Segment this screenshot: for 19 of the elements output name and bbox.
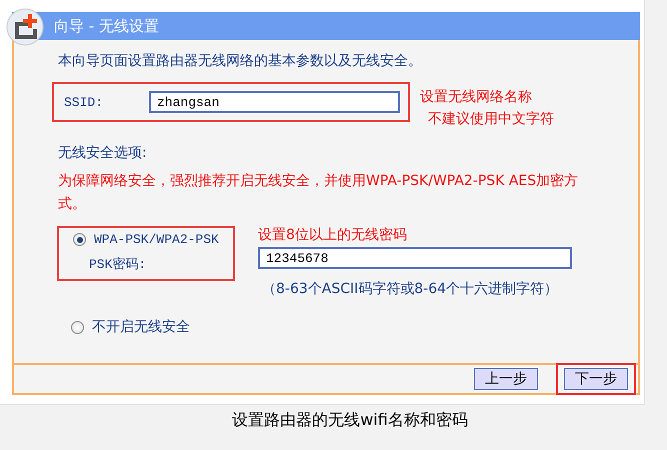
radio-button[interactable]: [71, 320, 84, 334]
back-button[interactable]: 上一步: [474, 368, 538, 390]
annotation-text: 设置无线网络名称: [420, 88, 533, 106]
field-label: SSID:: [64, 94, 104, 110]
option-label: WPA-PSK/WPA2-PSK: [94, 232, 219, 247]
ssid-field[interactable]: zhangsan: [149, 91, 400, 113]
annotation-text: 不建议使用中文字符: [428, 110, 554, 128]
option-label: 不开启无线安全: [92, 318, 190, 336]
next-button[interactable]: 下一步: [564, 368, 628, 390]
radio-button[interactable]: [73, 233, 86, 246]
section-heading: 无线安全选项:: [58, 144, 148, 162]
annotation-text: 设置8位以上的无线密码: [258, 226, 408, 244]
window-title: 向导 - 无线设置: [12, 12, 640, 40]
intro-text: 本向导页面设置路由器无线网络的基本参数以及无线安全。: [58, 52, 423, 70]
hint-text: （8-63个ASCII码字符或8-64个十六进制字符）: [262, 280, 560, 298]
caption-text: 设置路由器的无线wifi名称和密码: [231, 410, 469, 431]
warning-text: 为保障网络安全，强烈推荐开启无线安全，并使用WPA-PSK/WPA2-PSK AES加密方式。: [58, 172, 580, 214]
password-field[interactable]: 12345678: [258, 247, 572, 269]
field-label: PSK密码:: [89, 256, 148, 273]
